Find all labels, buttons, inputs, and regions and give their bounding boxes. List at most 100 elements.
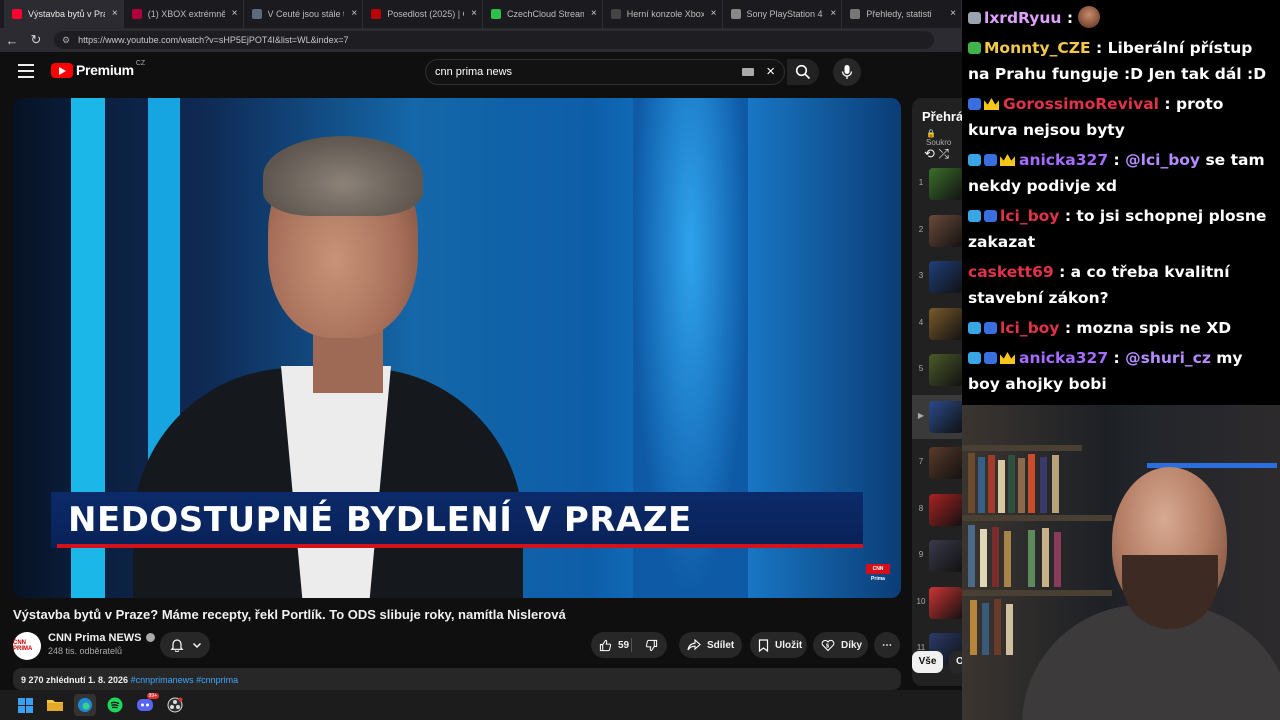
channel-watermark: CNN Prima <box>866 564 890 582</box>
url-field[interactable]: ⚙ https://www.youtube.com/watch?v=sHP5Ej… <box>54 31 934 49</box>
clear-search-icon[interactable]: × <box>766 63 775 80</box>
voice-search-button[interactable] <box>833 58 861 86</box>
close-tab-icon[interactable]: × <box>471 8 477 19</box>
tab-label: V Ceuté jsou stále tisíce <box>267 9 345 19</box>
playlist-item[interactable]: 8 <box>912 488 962 532</box>
channel-avatar[interactable]: CNN PRIMA <box>13 632 41 660</box>
playlist-title[interactable]: Přehrá <box>922 109 962 124</box>
close-tab-icon[interactable]: × <box>830 8 836 19</box>
close-tab-icon[interactable]: × <box>112 8 118 19</box>
playlist-thumbnail <box>929 540 962 572</box>
close-tab-icon[interactable]: × <box>711 8 717 19</box>
browser-tab[interactable]: Sony PlayStation 4 Slim × <box>723 0 843 28</box>
playlist-item-index: 1 <box>918 178 924 187</box>
playlist-item[interactable]: 7 <box>912 441 962 485</box>
book <box>970 600 977 655</box>
browser-tab[interactable]: Herní konzole Xbox Series × <box>603 0 723 28</box>
more-actions-button[interactable]: ⋯ <box>874 632 900 658</box>
playlist-item-index: 4 <box>918 317 924 327</box>
book <box>1040 457 1047 513</box>
crown-badge-icon <box>1000 154 1015 166</box>
chat-username[interactable]: lci_boy <box>1000 319 1059 337</box>
bookshelf <box>962 445 1082 451</box>
shuffle-icon[interactable]: ⤮ <box>939 146 949 161</box>
share-button[interactable]: Sdílet <box>679 632 742 658</box>
edge-browser-icon[interactable] <box>74 694 96 716</box>
playlist-item[interactable]: 10 <box>912 581 962 625</box>
playlist-item-index: 10 <box>916 596 926 606</box>
description-box[interactable]: 9 270 zhlédnutí 1. 8. 2026 #cnnprimanews… <box>13 668 901 690</box>
chat-username[interactable]: anicka327 <box>1019 349 1108 367</box>
chat-badge-icon <box>968 98 981 110</box>
discord-icon[interactable]: 99+ <box>134 693 159 716</box>
chat-message: lci_boy : to jsi schopnej plosne zakazat <box>968 203 1274 255</box>
close-tab-icon[interactable]: × <box>351 8 357 19</box>
thanks-label: Díky <box>841 639 863 651</box>
close-tab-icon[interactable]: × <box>591 8 597 19</box>
thanks-button[interactable]: $ Díky <box>813 632 868 658</box>
close-tab-icon[interactable]: × <box>950 8 956 19</box>
hashtags[interactable]: #cnnprimanews #cnnprima <box>131 675 239 685</box>
reload-icon[interactable]: ↻ <box>24 32 48 48</box>
like-button[interactable]: 59 <box>599 639 629 652</box>
chat-mention[interactable]: @shuri_cz <box>1125 349 1211 367</box>
browser-tab[interactable]: V Ceuté jsou stále tisíce × <box>244 0 364 28</box>
bell-icon <box>170 639 184 652</box>
more-icon: ⋯ <box>882 639 892 651</box>
spotify-icon[interactable] <box>104 694 126 716</box>
browser-tab[interactable]: (1) XBOX extrémně zdra × <box>124 0 244 28</box>
chat-mention[interactable]: @lci_boy <box>1125 151 1200 169</box>
chat-badge-icon <box>968 210 981 222</box>
playlist-item[interactable]: 3 <box>912 255 962 299</box>
loop-icon[interactable]: ⟲ <box>924 146 935 161</box>
chat-separator: : <box>1108 151 1126 169</box>
menu-icon[interactable] <box>18 64 34 78</box>
chat-username[interactable]: anicka327 <box>1019 151 1108 169</box>
browser-tab[interactable]: Přehledy, statisti × <box>842 0 962 28</box>
book <box>998 460 1005 513</box>
close-tab-icon[interactable]: × <box>232 8 238 19</box>
chat-username[interactable]: caskett69 <box>968 263 1054 281</box>
video-player[interactable]: NEDOSTUPNÉ BYDLENÍ V PRAZE CNN Prima <box>13 98 901 598</box>
thumbs-down-icon[interactable] <box>645 639 658 652</box>
browser-tab[interactable]: Posedlost (2025) | ČSFD × <box>363 0 483 28</box>
search-button[interactable] <box>787 59 819 85</box>
youtube-logo[interactable]: Premium CZ <box>51 60 145 78</box>
search-input[interactable]: cnn prima news × <box>425 59 785 85</box>
playlist-thumbnail <box>929 354 962 386</box>
playlist-item[interactable]: 9 <box>912 534 962 578</box>
windows-start-icon[interactable] <box>14 694 36 716</box>
back-icon[interactable]: ← <box>0 33 24 48</box>
chip-all[interactable]: Vše <box>912 651 943 673</box>
playlist-item-index: 9 <box>918 550 924 559</box>
browser-tab[interactable]: CzechCloud Stream - W × <box>483 0 603 28</box>
chip-from-channel[interactable]: O <box>949 651 964 673</box>
chat-username[interactable]: lxrdRyuu <box>984 9 1061 27</box>
book <box>1028 530 1035 587</box>
chat-badge-icon <box>968 352 981 364</box>
chat-username[interactable]: lci_boy <box>1000 207 1059 225</box>
playlist-item[interactable]: 2 <box>912 209 962 253</box>
favicon-icon <box>131 9 142 19</box>
notification-bell-button[interactable] <box>160 632 210 658</box>
file-explorer-icon[interactable] <box>44 694 66 716</box>
playlist-item[interactable]: ▶ <box>912 394 962 439</box>
chat-badge-icon <box>984 322 997 334</box>
keyboard-icon[interactable] <box>742 68 754 76</box>
obs-icon[interactable] <box>164 694 186 716</box>
crown-badge-icon <box>1000 352 1015 364</box>
playlist-item[interactable]: 5 <box>912 348 962 392</box>
chat-username[interactable]: Monnty_CZE <box>984 39 1091 57</box>
chat-username[interactable]: GorossimoRevival <box>1003 95 1159 113</box>
channel-name-row[interactable]: CNN Prima NEWS <box>48 632 155 644</box>
browser-tab[interactable]: Výstavba bytů v Praze × <box>4 0 124 28</box>
chat-badge-icon <box>968 154 981 166</box>
site-info-icon[interactable]: ⚙ <box>62 35 70 46</box>
playlist-item[interactable]: 1 <box>912 162 962 206</box>
playlist-item[interactable]: 4 <box>912 302 962 346</box>
save-button[interactable]: Uložit <box>750 632 807 658</box>
book <box>1006 604 1013 655</box>
favicon-icon <box>251 9 262 19</box>
discord-badge: 99+ <box>146 693 159 699</box>
playlist-item-index: 3 <box>918 271 924 280</box>
